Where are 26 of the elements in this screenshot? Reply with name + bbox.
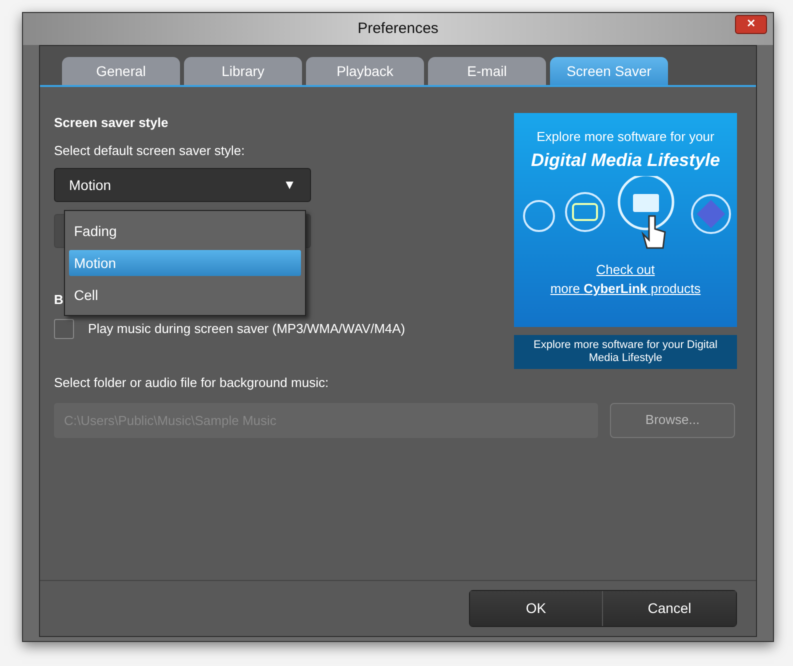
tab[interactable]: Library (184, 57, 302, 85)
section-heading: B (54, 291, 64, 309)
field-label: Select folder or audio file for background music: (54, 374, 330, 392)
promo-link[interactable]: Check out (596, 260, 655, 279)
field-label: Select default screen saver style: (54, 142, 246, 160)
banner-title: Digital Media Lifestyle (530, 148, 720, 172)
tab[interactable]: General (62, 57, 180, 85)
dropdown-option[interactable]: Motion (69, 250, 301, 276)
dropdown-option[interactable]: Fading (69, 218, 301, 244)
close-button[interactable]: ✕ (735, 15, 767, 34)
banner-caption: Explore more software for your Digital Media Lifestyle (514, 335, 737, 369)
dialog-button[interactable]: Cancel (603, 591, 736, 626)
style-dropdown[interactable]: Motion ▼ (54, 168, 311, 202)
dropdown-option[interactable]: Cell (69, 282, 301, 308)
tab[interactable]: E-mail (428, 57, 546, 85)
promo-link[interactable]: more CyberLink products (550, 279, 701, 298)
promo-banner[interactable]: Explore more software for your Digital Media Lifestyle Check out more CyberLink products (514, 113, 737, 327)
section-heading: Screen saver style (54, 114, 170, 132)
dialog-button[interactable]: OK (470, 591, 603, 626)
checkbox-label: Play music during screen saver (MP3/WMA/WAV/M4A) (88, 320, 406, 338)
window-title: Preferences (358, 18, 438, 39)
banner-headline: Explore more software for your (536, 128, 714, 146)
tab[interactable]: Screen Saver (550, 57, 668, 85)
browse-button[interactable]: Browse... (610, 402, 735, 438)
tab[interactable]: Playback (306, 57, 424, 85)
checkbox[interactable] (54, 318, 74, 338)
